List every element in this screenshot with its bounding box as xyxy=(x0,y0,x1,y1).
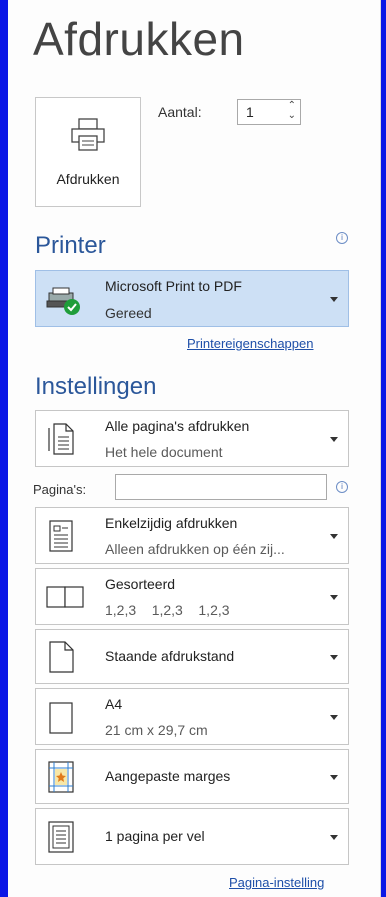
pages-per-sheet-dropdown[interactable]: 1 pagina per vel xyxy=(35,808,349,865)
collated-icon xyxy=(46,586,84,613)
chevron-down-icon xyxy=(330,297,338,302)
printer-name: Microsoft Print to PDF xyxy=(105,278,242,294)
paper-size-icon xyxy=(46,702,76,739)
copies-value: 1 xyxy=(246,104,254,120)
stepper-down-icon[interactable]: ⌄ xyxy=(288,111,296,121)
paper-size-dropdown[interactable]: A4 21 cm x 29,7 cm xyxy=(35,688,349,745)
print-range-dropdown[interactable]: Alle pagina's afdrukken Het hele documen… xyxy=(35,410,349,467)
paper-size-sublabel: 21 cm x 29,7 cm xyxy=(105,722,208,738)
printer-info-icon[interactable]: i xyxy=(336,232,348,244)
page-title: Afdrukken xyxy=(33,13,245,65)
pages-label: Pagina's: xyxy=(33,482,87,497)
printer-dropdown[interactable]: Microsoft Print to PDF Gereed xyxy=(35,270,349,327)
printer-icon xyxy=(70,118,106,157)
collation-dropdown[interactable]: Gesorteerd 1,2,3 1,2,3 1,2,3 xyxy=(35,568,349,625)
pdf-printer-ready-icon xyxy=(46,285,84,322)
print-range-sublabel: Het hele document xyxy=(105,444,223,460)
chevron-down-icon xyxy=(330,437,338,442)
orientation-label: Staande afdrukstand xyxy=(105,648,235,664)
chevron-down-icon xyxy=(330,595,338,600)
margins-label: Aangepaste marges xyxy=(105,768,231,784)
orientation-dropdown[interactable]: Staande afdrukstand xyxy=(35,629,349,684)
print-range-label: Alle pagina's afdrukken xyxy=(105,418,250,434)
copies-label: Aantal: xyxy=(158,104,202,120)
printer-heading: Printer xyxy=(35,232,106,259)
duplex-dropdown[interactable]: Enkelzijdig afdrukken Alleen afdrukken o… xyxy=(35,507,349,564)
collation-label: Gesorteerd xyxy=(105,576,176,592)
duplex-label: Enkelzijdig afdrukken xyxy=(105,515,238,531)
print-button[interactable]: Afdrukken xyxy=(35,97,141,207)
pages-per-sheet-label: 1 pagina per vel xyxy=(105,828,205,844)
printer-properties-link[interactable]: Printereigenschappen xyxy=(187,336,313,351)
portrait-icon xyxy=(46,641,76,678)
duplex-sublabel: Alleen afdrukken op één zij... xyxy=(105,541,285,557)
paper-size-label: A4 xyxy=(105,696,123,712)
print-panel: Afdrukken Afdrukken Aantal: 1 ⌃ ⌄ Printe… xyxy=(8,0,381,897)
margins-dropdown[interactable]: Aangepaste marges xyxy=(35,749,349,804)
settings-heading: Instellingen xyxy=(35,373,157,400)
pages-info-icon[interactable]: i xyxy=(336,481,348,493)
chevron-down-icon xyxy=(330,534,338,539)
all-pages-icon xyxy=(46,423,76,460)
collation-sublabel: 1,2,3 1,2,3 1,2,3 xyxy=(105,602,230,618)
chevron-down-icon xyxy=(330,655,338,660)
chevron-down-icon xyxy=(330,775,338,780)
margins-icon xyxy=(46,761,76,798)
pages-per-sheet-icon xyxy=(46,821,76,858)
print-button-label: Afdrukken xyxy=(56,171,120,187)
chevron-down-icon xyxy=(330,715,338,720)
one-sided-icon xyxy=(46,520,76,557)
chevron-down-icon xyxy=(330,835,338,840)
page-setup-link[interactable]: Pagina-instelling xyxy=(229,875,324,890)
pages-input[interactable] xyxy=(115,474,327,500)
printer-status: Gereed xyxy=(105,305,152,321)
copies-stepper[interactable]: 1 ⌃ ⌄ xyxy=(237,99,301,125)
stepper-arrows[interactable]: ⌃ ⌄ xyxy=(288,101,296,121)
